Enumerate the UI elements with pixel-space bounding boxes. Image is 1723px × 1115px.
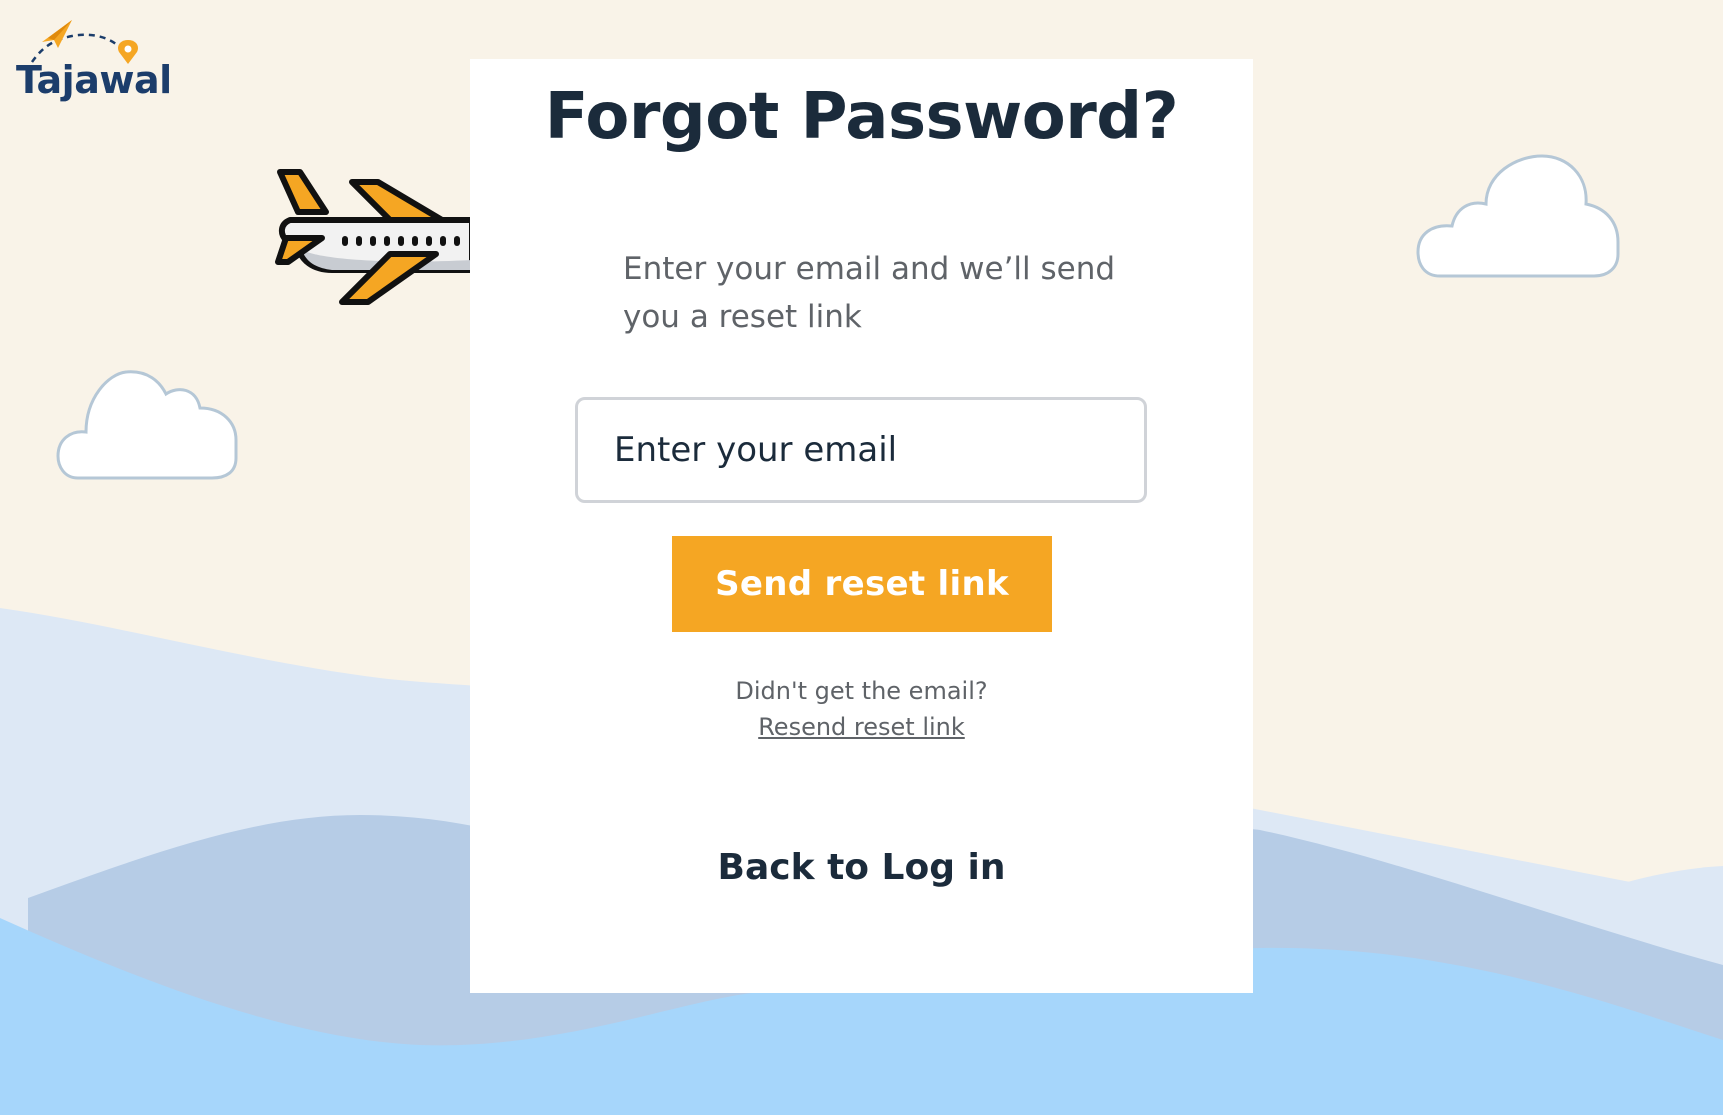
cloud-icon [1416,154,1620,278]
cloud-icon [56,370,238,480]
send-reset-link-button[interactable]: Send reset link [672,536,1052,632]
resend-link-wrapper: Resend reset link [470,713,1253,741]
logo-text: Tajawal [16,58,172,102]
resend-reset-link[interactable]: Resend reset link [758,713,965,741]
forgot-password-card: Forgot Password? Enter your email and we… [470,59,1253,993]
back-to-login-link[interactable]: Back to Log in [470,847,1253,888]
page-title: Forgot Password? [544,80,1179,154]
email-field[interactable] [575,397,1147,503]
airplane-icon [275,169,475,305]
paper-plane-icon [42,20,72,48]
subtitle: Enter your email and we’ll send you a re… [623,251,1116,335]
resend-prompt: Didn't get the email? [735,677,988,705]
